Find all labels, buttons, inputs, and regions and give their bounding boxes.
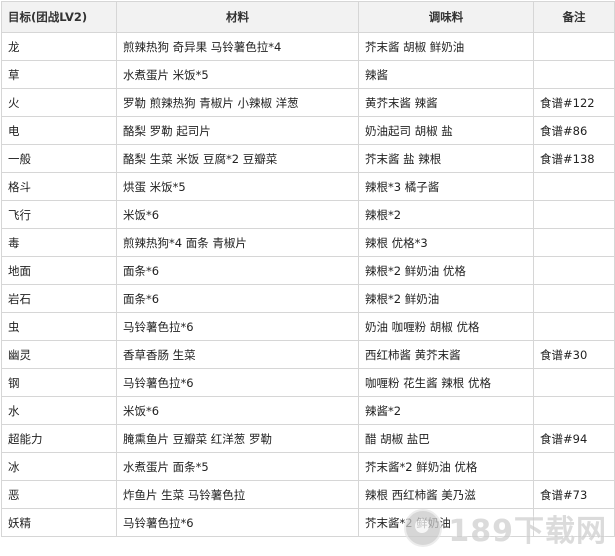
cell-ingredients: 烘蛋 米饭*5: [116, 172, 359, 201]
cell-ingredients: 煎辣热狗*4 面条 青椒片: [116, 228, 359, 257]
cell-ingredients: 米饭*6: [116, 200, 359, 229]
cell-notes: [533, 312, 615, 341]
cell-ingredients: 面条*6: [116, 284, 359, 313]
cell-target: 草: [1, 60, 117, 89]
cell-target: 火: [1, 88, 117, 117]
header-ingredients: 材料: [116, 1, 359, 33]
cell-ingredients: 马铃薯色拉*6: [116, 312, 359, 341]
cell-target: 电: [1, 116, 117, 145]
cell-ingredients: 香草香肠 生菜: [116, 340, 359, 369]
table-row: 恶炸鱼片 生菜 马铃薯色拉 辣根 西红柿酱 美乃滋 食谱#73: [1, 480, 615, 509]
cell-ingredients: 酪梨 罗勒 起司片: [116, 116, 359, 145]
cell-notes: [533, 256, 615, 285]
table-row: 电酪梨 罗勒 起司片 奶油起司 胡椒 盐食谱#86: [1, 116, 615, 145]
cell-target: 超能力: [1, 424, 117, 453]
cell-target: 地面: [1, 256, 117, 285]
cell-seasonings: 辣根 西红柿酱 美乃滋: [358, 480, 534, 509]
cell-notes: 食谱#122: [533, 88, 615, 117]
cell-notes: [533, 60, 615, 89]
cell-target: 一般: [1, 144, 117, 173]
cell-target: 钢: [1, 368, 117, 397]
cell-ingredients: 腌熏鱼片 豆瓣菜 红洋葱 罗勒: [116, 424, 359, 453]
cell-ingredients: 酪梨 生菜 米饭 豆腐*2 豆瓣菜: [116, 144, 359, 173]
cell-notes: [533, 172, 615, 201]
recipe-table: 目标(团战LV2) 材料 调味料 备注 龙煎辣热狗 奇异果 马铃薯色拉*4 芥末酱…: [1, 1, 615, 537]
table-row: 毒煎辣热狗*4 面条 青椒片 辣根 优格*3: [1, 228, 615, 257]
cell-ingredients: 炸鱼片 生菜 马铃薯色拉: [116, 480, 359, 509]
cell-ingredients: 水煮蛋片 米饭*5: [116, 60, 359, 89]
cell-seasonings: 芥末酱 胡椒 鲜奶油: [358, 32, 534, 61]
table-row: 岩石 面条*6 辣根*2 鲜奶油: [1, 284, 615, 313]
cell-notes: [533, 32, 615, 61]
header-notes: 备注: [533, 1, 615, 33]
cell-ingredients: 马铃薯色拉*6: [116, 368, 359, 397]
table-row: 草水煮蛋片 米饭*5 辣酱: [1, 60, 615, 89]
table-row: 地面 面条*6 辣根*2 鲜奶油 优格: [1, 256, 615, 285]
table-row: 格斗 烘蛋 米饭*5 辣根*3 橘子酱: [1, 172, 615, 201]
cell-notes: [533, 228, 615, 257]
table-row: 妖精 马铃薯色拉*6 芥末酱*2 鲜奶油: [1, 508, 615, 537]
cell-notes: [533, 200, 615, 229]
table-header: 目标(团战LV2) 材料 调味料 备注: [1, 1, 615, 33]
cell-notes: [533, 396, 615, 425]
cell-notes: 食谱#94: [533, 424, 615, 453]
cell-seasonings: 奶油起司 胡椒 盐: [358, 116, 534, 145]
table-row: 钢马铃薯色拉*6 咖喱粉 花生酱 辣根 优格: [1, 368, 615, 397]
cell-seasonings: 芥末酱 盐 辣根: [358, 144, 534, 173]
cell-seasonings: 黄芥末酱 辣酱: [358, 88, 534, 117]
cell-target: 龙: [1, 32, 117, 61]
cell-notes: 食谱#30: [533, 340, 615, 369]
table-row: 飞行 米饭*6 辣根*2: [1, 200, 615, 229]
table-row: 火罗勒 煎辣热狗 青椒片 小辣椒 洋葱 黄芥末酱 辣酱 食谱#122: [1, 88, 615, 117]
header-target: 目标(团战LV2): [1, 1, 117, 33]
cell-ingredients: 马铃薯色拉*6: [116, 508, 359, 537]
cell-target: 格斗: [1, 172, 117, 201]
cell-seasonings: 奶油 咖喱粉 胡椒 优格: [358, 312, 534, 341]
cell-ingredients: 罗勒 煎辣热狗 青椒片 小辣椒 洋葱: [116, 88, 359, 117]
table-body: 龙煎辣热狗 奇异果 马铃薯色拉*4 芥末酱 胡椒 鲜奶油草水煮蛋片 米饭*5 辣酱火…: [1, 32, 615, 537]
cell-target: 飞行: [1, 200, 117, 229]
table-row: 一般 酪梨 生菜 米饭 豆腐*2 豆瓣菜 芥末酱 盐 辣根 食谱#138: [1, 144, 615, 173]
cell-seasonings: 辣根*2 鲜奶油: [358, 284, 534, 313]
cell-notes: [533, 508, 615, 537]
table-row: 冰水煮蛋片 面条*5 芥末酱*2 鲜奶油 优格: [1, 452, 615, 481]
cell-seasonings: 芥末酱*2 鲜奶油: [358, 508, 534, 537]
cell-seasonings: 辣根*3 橘子酱: [358, 172, 534, 201]
table-row: 水米饭*6 辣酱*2: [1, 396, 615, 425]
cell-notes: [533, 368, 615, 397]
table-row: 超能力 腌熏鱼片 豆瓣菜 红洋葱 罗勒醋 胡椒 盐巴 食谱#94: [1, 424, 615, 453]
table-row: 虫马铃薯色拉*6 奶油 咖喱粉 胡椒 优格: [1, 312, 615, 341]
table-row: 幽灵 香草香肠 生菜 西红柿酱 黄芥末酱 食谱#30: [1, 340, 615, 369]
cell-notes: 食谱#138: [533, 144, 615, 173]
cell-seasonings: 芥末酱*2 鲜奶油 优格: [358, 452, 534, 481]
cell-target: 水: [1, 396, 117, 425]
cell-seasonings: 醋 胡椒 盐巴: [358, 424, 534, 453]
cell-target: 虫: [1, 312, 117, 341]
cell-seasonings: 西红柿酱 黄芥末酱: [358, 340, 534, 369]
cell-ingredients: 面条*6: [116, 256, 359, 285]
cell-seasonings: 辣根*2: [358, 200, 534, 229]
cell-target: 冰: [1, 452, 117, 481]
cell-seasonings: 辣根 优格*3: [358, 228, 534, 257]
cell-seasonings: 辣根*2 鲜奶油 优格: [358, 256, 534, 285]
cell-ingredients: 煎辣热狗 奇异果 马铃薯色拉*4: [116, 32, 359, 61]
table-row: 龙煎辣热狗 奇异果 马铃薯色拉*4 芥末酱 胡椒 鲜奶油: [1, 32, 615, 61]
cell-seasonings: 辣酱: [358, 60, 534, 89]
cell-seasonings: 辣酱*2: [358, 396, 534, 425]
cell-seasonings: 咖喱粉 花生酱 辣根 优格: [358, 368, 534, 397]
cell-target: 恶: [1, 480, 117, 509]
cell-ingredients: 米饭*6: [116, 396, 359, 425]
cell-target: 幽灵: [1, 340, 117, 369]
cell-ingredients: 水煮蛋片 面条*5: [116, 452, 359, 481]
cell-notes: 食谱#73: [533, 480, 615, 509]
header-row: 目标(团战LV2) 材料 调味料 备注: [1, 1, 615, 33]
cell-notes: [533, 284, 615, 313]
cell-notes: [533, 452, 615, 481]
cell-target: 妖精: [1, 508, 117, 537]
cell-target: 岩石: [1, 284, 117, 313]
header-seasonings: 调味料: [358, 1, 534, 33]
cell-target: 毒: [1, 228, 117, 257]
cell-notes: 食谱#86: [533, 116, 615, 145]
